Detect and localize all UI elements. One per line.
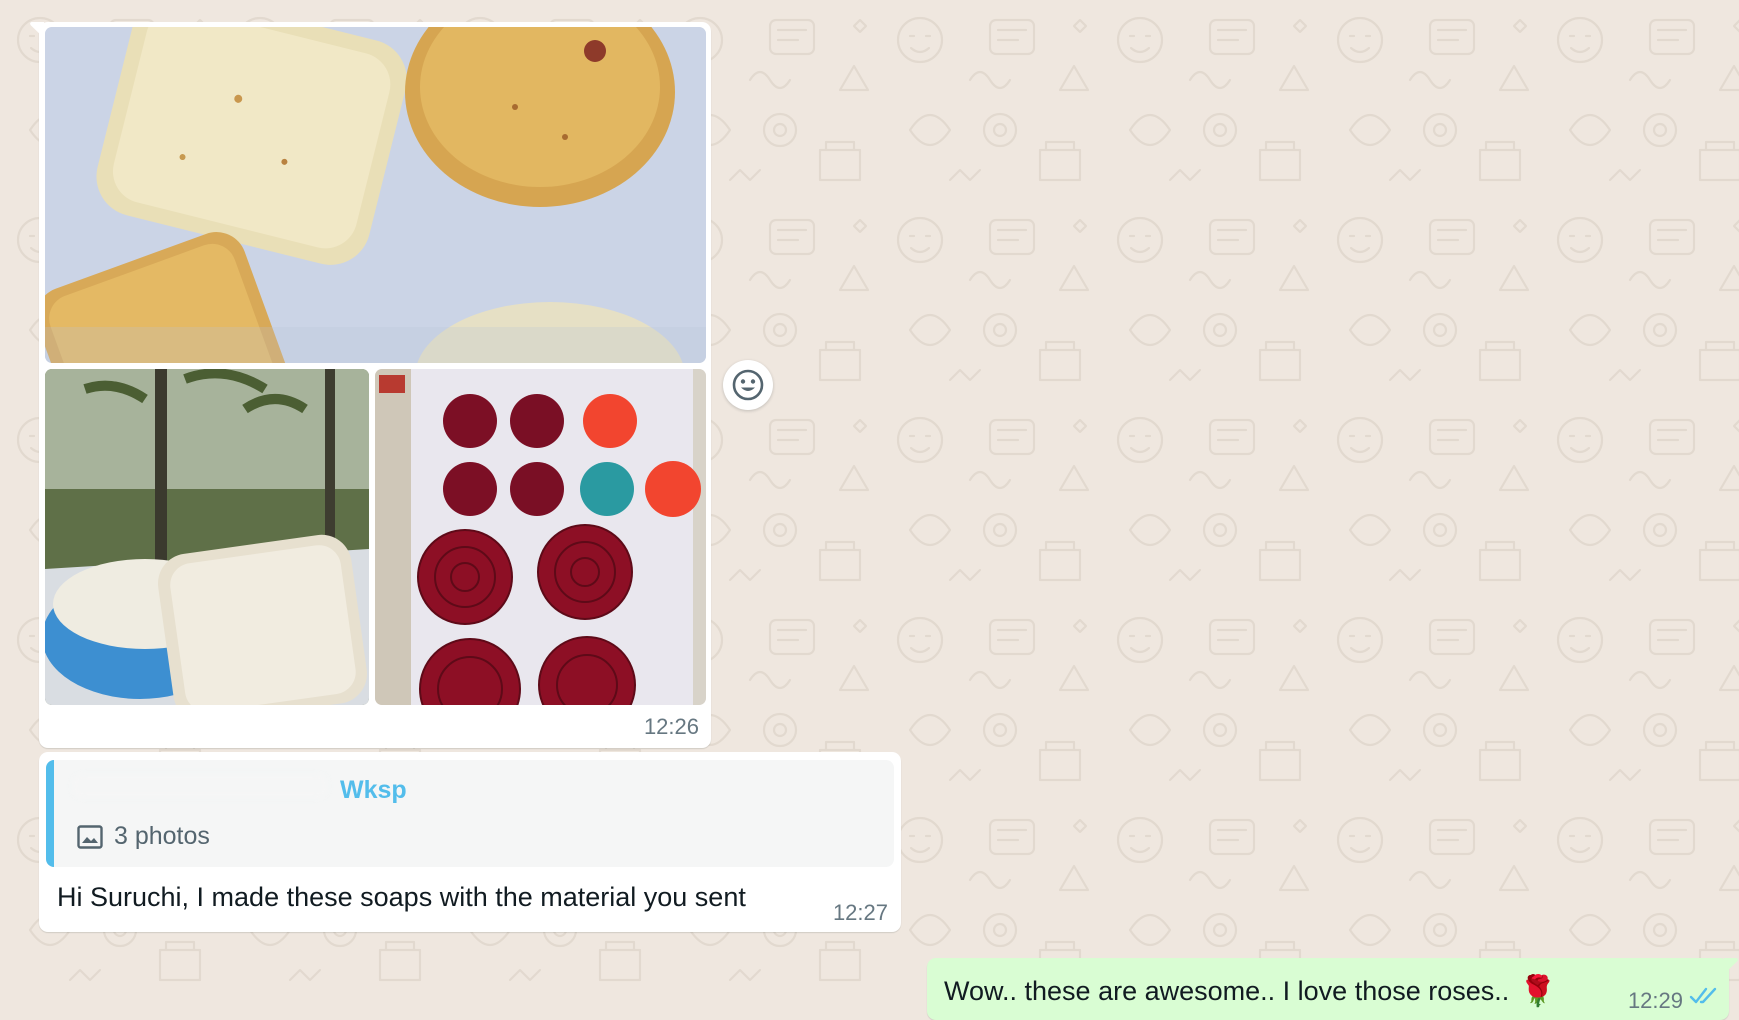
outgoing-message[interactable]: Wow.. these are awesome.. I love those r… <box>927 958 1738 1020</box>
message-text: Hi Suruchi, I made these soaps with the … <box>57 882 746 912</box>
bubble-tail <box>1724 958 1738 974</box>
album-photo-3[interactable] <box>375 369 706 705</box>
quote-accent-bar <box>46 760 54 867</box>
message-time: 12:26 <box>643 714 699 739</box>
rose-emoji: 🌹 <box>1519 975 1557 1008</box>
image-icon <box>77 824 103 849</box>
reply-message[interactable]: Wksp 3 photos Hi Suruchi, I made these s… <box>39 752 901 932</box>
quoted-media-label: 3 photos <box>114 822 210 850</box>
photo-album-message[interactable]: 12:26 <box>30 22 711 748</box>
quoted-message[interactable]: Wksp 3 photos <box>46 760 894 867</box>
redacted-name <box>72 774 328 798</box>
double-check-read-icon <box>1689 987 1717 1004</box>
smiley-icon <box>732 369 764 401</box>
message-time: 12:27 <box>832 900 888 925</box>
quoted-media: 3 photos <box>76 822 210 851</box>
quoted-author: Wksp <box>340 776 407 804</box>
message-body: Wow.. these are awesome.. I love those r… <box>944 976 1510 1006</box>
album-photo-2[interactable] <box>45 369 369 705</box>
message-text: Wow.. these are awesome.. I love those r… <box>944 974 1557 1009</box>
react-button[interactable] <box>723 360 773 410</box>
album-photo-1[interactable] <box>45 27 706 363</box>
message-time: 12:29 <box>1627 988 1683 1013</box>
bubble-tail <box>30 22 44 38</box>
